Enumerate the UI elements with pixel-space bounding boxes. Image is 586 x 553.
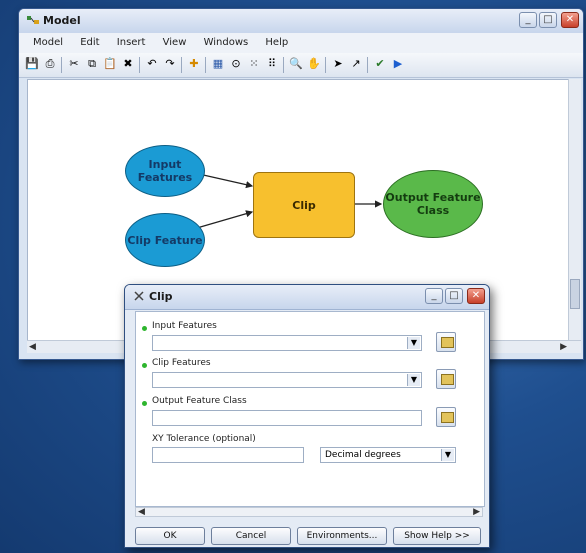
scroll-right-icon[interactable]: ▶	[473, 508, 480, 517]
cut-icon[interactable]: ✂	[67, 57, 81, 71]
redo-icon[interactable]: ↷	[163, 57, 177, 71]
output-feature-class-field[interactable]	[152, 410, 422, 426]
required-dot-icon	[142, 401, 147, 406]
save-icon[interactable]: 💾	[25, 57, 39, 71]
dialog-horizontal-scrollbar[interactable]: ◀ ▶	[135, 507, 483, 517]
menu-insert[interactable]: Insert	[117, 37, 146, 48]
undo-icon[interactable]: ↶	[145, 57, 159, 71]
output-feature-class-label: Output Feature Class	[152, 396, 247, 406]
paste-icon[interactable]: 📋	[103, 57, 117, 71]
clip-tool-node[interactable]: Clip	[253, 172, 355, 238]
menu-help[interactable]: Help	[265, 37, 288, 48]
scroll-left-icon[interactable]: ◀	[138, 508, 145, 517]
folder-icon	[441, 337, 454, 348]
modelbuilder-icon	[27, 16, 39, 24]
maximize-button[interactable]: □	[539, 12, 557, 28]
clip-dialog: Clip _ □ ✕ Input Features ▼ Clip Feature…	[124, 284, 490, 548]
chevron-down-icon[interactable]: ▼	[407, 337, 420, 349]
clip-titlebar[interactable]: Clip _ □ ✕	[125, 285, 489, 310]
add-data-icon[interactable]: ✚	[187, 57, 201, 71]
required-dot-icon	[142, 363, 147, 368]
ok-button[interactable]: OK	[135, 527, 205, 545]
grid-layout-icon[interactable]: ▦	[211, 57, 225, 71]
menu-model[interactable]: Model	[33, 37, 63, 48]
clip-features-combo[interactable]: ▼	[152, 372, 422, 388]
delete-icon[interactable]: ✖	[121, 57, 135, 71]
dialog-minimize-button[interactable]: _	[425, 288, 443, 304]
xy-tolerance-field[interactable]	[152, 447, 304, 463]
full-extent-icon[interactable]: ⊙	[229, 57, 243, 71]
output-feature-class-node[interactable]: Output Feature Class	[383, 170, 483, 238]
units-combo[interactable]: Decimal degrees ▼	[320, 447, 456, 463]
required-dot-icon	[142, 326, 147, 331]
input-features-combo[interactable]: ▼	[152, 335, 422, 351]
copy-icon[interactable]: ⧉	[85, 57, 99, 71]
clip-tool-icon	[134, 291, 144, 301]
select-all-icon[interactable]: ⁙	[247, 57, 261, 71]
input-features-label: Input Features	[152, 321, 217, 331]
toolbar: 💾 ⎙ ✂ ⧉ 📋 ✖ ↶ ↷ ✚ ▦ ⊙ ⁙ ⠿ 🔍 ✋ ➤ ↗ ✔ ▶	[19, 53, 583, 78]
browse-input-button[interactable]	[436, 332, 456, 352]
clip-feature-node[interactable]: Clip Feature	[125, 213, 205, 267]
clip-features-label: Clip Features	[152, 358, 211, 368]
browse-output-button[interactable]	[436, 407, 456, 427]
chevron-down-icon[interactable]: ▼	[407, 374, 420, 386]
clip-dialog-title: Clip	[149, 290, 173, 303]
auto-layout-icon[interactable]: ⠿	[265, 57, 279, 71]
cancel-button[interactable]: Cancel	[211, 527, 291, 545]
environments-button[interactable]: Environments...	[297, 527, 387, 545]
scroll-right-icon[interactable]: ▶	[560, 341, 567, 353]
dialog-close-button[interactable]: ✕	[467, 288, 485, 304]
folder-icon	[441, 412, 454, 423]
menubar: Model Edit Insert View Windows Help	[19, 33, 583, 53]
zoom-in-icon[interactable]: 🔍	[289, 57, 303, 71]
pan-icon[interactable]: ✋	[307, 57, 321, 71]
validate-icon[interactable]: ✔	[373, 57, 387, 71]
close-button[interactable]: ✕	[561, 12, 579, 28]
menu-windows[interactable]: Windows	[204, 37, 249, 48]
model-titlebar[interactable]: Model _ □ ✕	[19, 9, 583, 34]
minimize-button[interactable]: _	[519, 12, 537, 28]
vertical-scrollbar[interactable]	[568, 79, 581, 341]
scroll-left-icon[interactable]: ◀	[29, 341, 36, 353]
input-features-node[interactable]: Input Features	[125, 145, 205, 197]
units-value: Decimal degrees	[325, 450, 401, 460]
run-icon[interactable]: ▶	[391, 57, 405, 71]
connect-icon[interactable]: ↗	[349, 57, 363, 71]
model-window-title: Model	[43, 14, 81, 27]
chevron-down-icon[interactable]: ▼	[441, 449, 454, 461]
dialog-maximize-button[interactable]: □	[445, 288, 463, 304]
print-icon[interactable]: ⎙	[43, 57, 57, 71]
pointer-icon[interactable]: ➤	[331, 57, 345, 71]
xy-tolerance-label: XY Tolerance (optional)	[152, 434, 256, 444]
show-help-button[interactable]: Show Help >>	[393, 527, 481, 545]
menu-edit[interactable]: Edit	[80, 37, 99, 48]
menu-view[interactable]: View	[163, 37, 187, 48]
browse-clip-button[interactable]	[436, 369, 456, 389]
folder-icon	[441, 374, 454, 385]
parameters-panel: Input Features ▼ Clip Features ▼ Output …	[135, 311, 485, 507]
